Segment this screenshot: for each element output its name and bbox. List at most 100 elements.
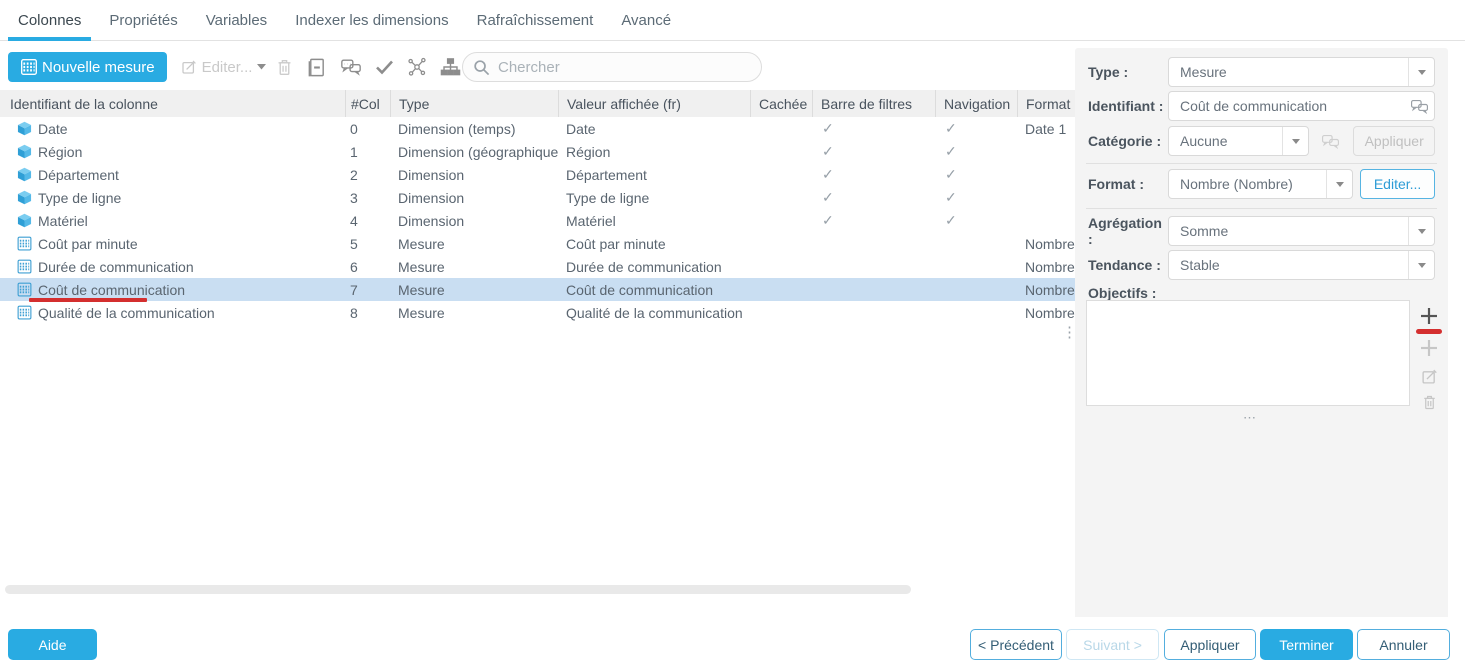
column-number-cell: 5 xyxy=(345,236,390,252)
identifier-field[interactable]: Coût de communication xyxy=(1168,91,1435,121)
table-row[interactable]: Type de ligne3DimensionType de ligne✓✓ xyxy=(0,186,1075,209)
table-row[interactable]: Coût de communication7MesureCoût de comm… xyxy=(0,278,1075,301)
chevron-down-icon xyxy=(1408,251,1434,279)
dimension-icon xyxy=(17,167,32,182)
filter-bar-check: ✓ xyxy=(812,189,935,206)
column-header-format: Format xyxy=(1017,90,1075,117)
search-input[interactable] xyxy=(498,59,751,76)
edit-objective-button[interactable] xyxy=(1421,368,1438,385)
type-value: Mesure xyxy=(1169,64,1408,80)
format-cell: Nombre xyxy=(1017,259,1075,275)
table-row[interactable]: Région1Dimension (géographique)Région✓✓ xyxy=(0,140,1075,163)
trend-select[interactable]: Stable xyxy=(1168,250,1435,280)
category-apply-button[interactable]: Appliquer xyxy=(1353,126,1435,156)
format-cell: Nombre xyxy=(1017,236,1075,252)
column-identifier-label: Durée de communication xyxy=(38,259,194,275)
aggregation-select[interactable]: Somme xyxy=(1168,216,1435,246)
type-cell: Dimension xyxy=(390,190,558,206)
data-processing-button[interactable] xyxy=(407,57,427,77)
type-cell: Dimension (géographique) xyxy=(390,144,558,160)
column-number-cell: 8 xyxy=(345,305,390,321)
measure-icon xyxy=(17,236,32,251)
translate-icon-disabled xyxy=(1315,133,1345,150)
table-row[interactable]: Département2DimensionDépartement✓✓ xyxy=(0,163,1075,186)
column-header-identifiant-de-la-colonne: Identifiant de la colonne xyxy=(0,90,345,117)
type-select[interactable]: Mesure xyxy=(1168,57,1435,87)
filter-bar-check: ✓ xyxy=(812,212,935,229)
format-label: Format : xyxy=(1088,176,1168,192)
horizontal-scrollbar[interactable] xyxy=(5,585,911,594)
tab-variables[interactable]: Variables xyxy=(192,0,281,40)
translate-icon[interactable] xyxy=(1404,98,1434,115)
measure-icon xyxy=(17,282,32,297)
validate-button[interactable] xyxy=(375,59,394,75)
identifier-label: Identifiant : xyxy=(1088,98,1168,114)
table-row[interactable]: Date0Dimension (temps)Date✓✓Date 1 xyxy=(0,117,1075,140)
displayed-value-cell: Date xyxy=(558,121,750,137)
translate-button[interactable] xyxy=(340,57,362,77)
column-header-valeur-affichee-fr: Valeur affichée (fr) xyxy=(558,90,750,117)
next-button[interactable]: Suivant > xyxy=(1066,629,1159,660)
column-number-cell: 3 xyxy=(345,190,390,206)
measure-icon xyxy=(17,305,32,320)
table-row[interactable]: Matériel4DimensionMatériel✓✓ xyxy=(0,209,1075,232)
tab-proprietes[interactable]: Propriétés xyxy=(95,0,191,40)
panel-resize-handle[interactable]: ⋯ xyxy=(1243,410,1257,426)
filter-bar-check: ✓ xyxy=(812,120,935,137)
dimension-icon xyxy=(17,121,32,136)
navigation-check: ✓ xyxy=(935,166,1017,183)
annotation-underline xyxy=(1416,329,1442,334)
measure-icon xyxy=(20,58,38,76)
filter-bar-check: ✓ xyxy=(812,143,935,160)
column-identifier-label: Qualité de la communication xyxy=(38,305,215,321)
column-identifier-cell: Coût par minute xyxy=(0,236,345,252)
column-number-cell: 0 xyxy=(345,121,390,137)
add-objective-secondary-button[interactable] xyxy=(1419,338,1439,358)
edit-label: Editer... xyxy=(202,59,253,76)
help-button[interactable]: Aide xyxy=(8,629,97,660)
tab-indexer-les-dimensions[interactable]: Indexer les dimensions xyxy=(281,0,462,40)
previous-button[interactable]: < Précédent xyxy=(970,629,1062,660)
category-value: Aucune xyxy=(1169,133,1282,149)
column-number-cell: 1 xyxy=(345,144,390,160)
column-identifier-label: Date xyxy=(38,121,68,137)
cancel-button[interactable]: Annuler xyxy=(1357,629,1450,660)
columns-table: Identifiant de la colonne#ColTypeValeur … xyxy=(0,90,1075,324)
type-cell: Mesure xyxy=(390,305,558,321)
tab-rafraichissement[interactable]: Rafraîchissement xyxy=(463,0,608,40)
delete-objective-button[interactable] xyxy=(1422,394,1437,411)
hierarchy-button[interactable] xyxy=(440,57,461,77)
new-measure-button[interactable]: Nouvelle mesure xyxy=(8,52,167,82)
dimension-icon xyxy=(17,190,32,205)
add-objective-button[interactable] xyxy=(1419,306,1439,326)
table-row[interactable]: Coût par minute5MesureCoût par minuteNom… xyxy=(0,232,1075,255)
column-number-cell: 6 xyxy=(345,259,390,275)
column-header-cachee: Cachée xyxy=(750,90,812,117)
format-edit-button[interactable]: Editer... xyxy=(1360,169,1435,199)
chevron-down-icon xyxy=(1326,170,1352,198)
delete-column-button[interactable] xyxy=(276,58,293,77)
filter-bar-check: ✓ xyxy=(812,166,935,183)
category-select[interactable]: Aucune xyxy=(1168,126,1309,156)
tab-avance[interactable]: Avancé xyxy=(607,0,685,40)
table-row[interactable]: Durée de communication6MesureDurée de co… xyxy=(0,255,1075,278)
column-identifier-label: Coût de communication xyxy=(38,282,185,298)
hide-column-button[interactable] xyxy=(306,57,327,78)
dimension-icon xyxy=(17,213,32,228)
column-identifier-cell: Département xyxy=(0,167,345,183)
aggregation-label: Agrégation : xyxy=(1088,215,1168,247)
finish-button[interactable]: Terminer xyxy=(1260,629,1353,660)
format-select[interactable]: Nombre (Nombre) xyxy=(1168,169,1353,199)
type-cell: Dimension xyxy=(390,213,558,229)
tab-colonnes[interactable]: Colonnes xyxy=(4,0,95,40)
column-header-type: Type xyxy=(390,90,558,117)
objectives-list[interactable] xyxy=(1086,300,1410,406)
edit-button[interactable]: Editer... xyxy=(181,59,267,76)
type-cell: Dimension (temps) xyxy=(390,121,558,137)
type-cell: Mesure xyxy=(390,259,558,275)
table-row[interactable]: Qualité de la communication8MesureQualit… xyxy=(0,301,1075,324)
column-header-barre-de-filtres: Barre de filtres xyxy=(812,90,935,117)
displayed-value-cell: Type de ligne xyxy=(558,190,750,206)
apply-button[interactable]: Appliquer xyxy=(1164,629,1256,660)
column-header-navigation: Navigation xyxy=(935,90,1017,117)
